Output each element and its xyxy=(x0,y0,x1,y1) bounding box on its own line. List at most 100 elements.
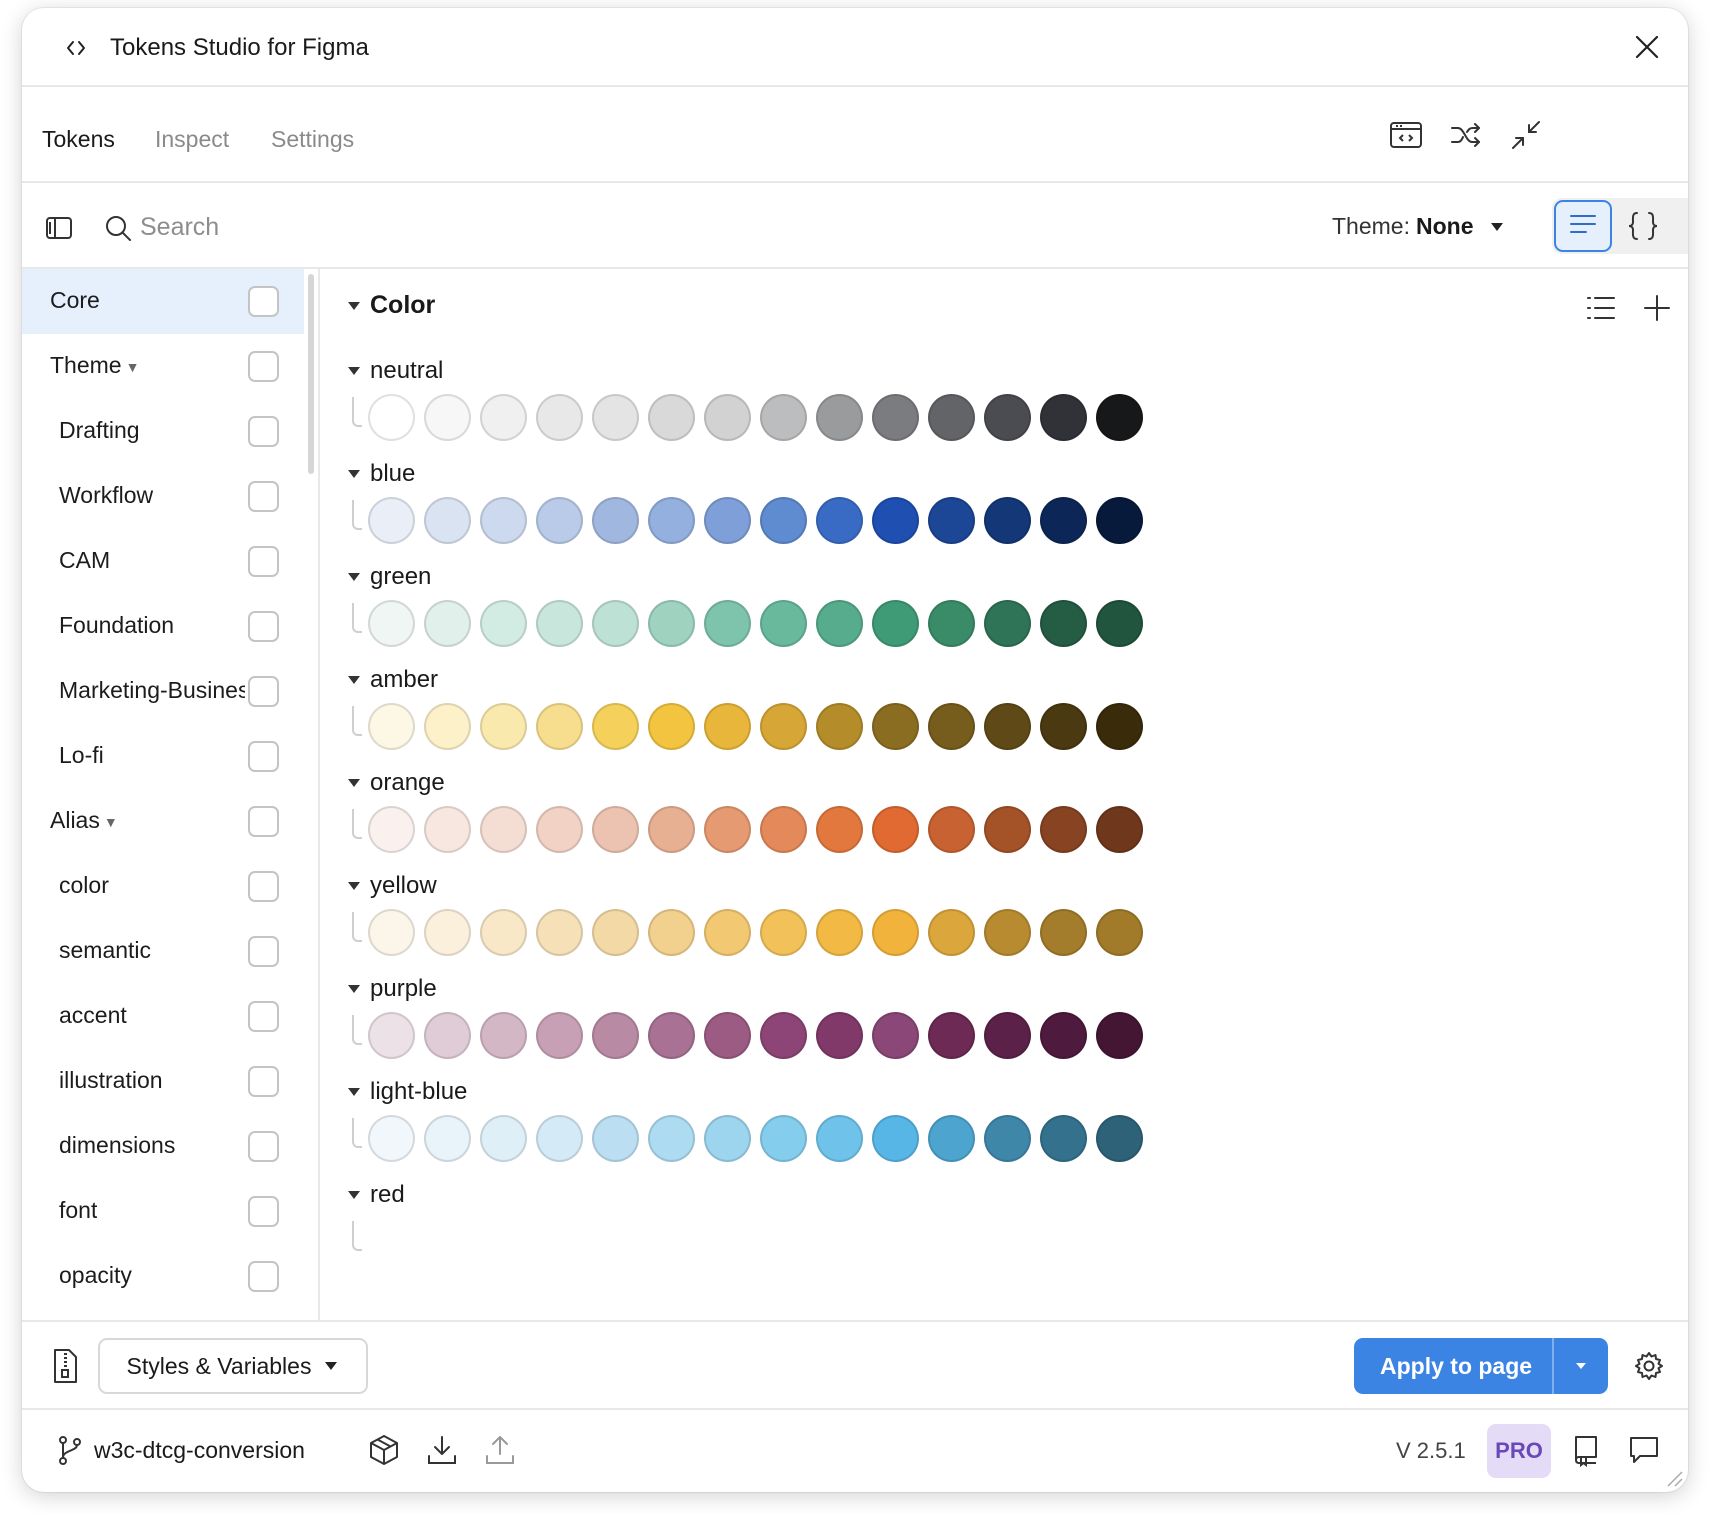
color-swatch[interactable] xyxy=(592,1115,639,1162)
token-set-checkbox[interactable] xyxy=(248,741,279,772)
sidebar-item-lo-fi[interactable]: Lo-fi xyxy=(22,724,304,789)
color-swatch[interactable] xyxy=(760,806,807,853)
color-swatch[interactable] xyxy=(984,1115,1031,1162)
color-swatch[interactable] xyxy=(872,909,919,956)
sidebar-item-drafting[interactable]: Drafting xyxy=(22,399,304,464)
sidebar-item-workflow[interactable]: Workflow xyxy=(22,464,304,529)
token-set-checkbox[interactable] xyxy=(248,1066,279,1097)
token-set-checkbox[interactable] xyxy=(248,1196,279,1227)
color-swatch[interactable] xyxy=(872,703,919,750)
color-swatch[interactable] xyxy=(704,497,751,544)
resize-handle-icon[interactable] xyxy=(1662,1466,1684,1488)
color-swatch[interactable] xyxy=(704,394,751,441)
token-set-checkbox[interactable] xyxy=(248,546,279,577)
token-set-checkbox[interactable] xyxy=(248,351,279,382)
color-swatch[interactable] xyxy=(816,1115,863,1162)
color-swatch[interactable] xyxy=(480,1115,527,1162)
file-zip-icon[interactable] xyxy=(50,1347,80,1385)
push-button[interactable] xyxy=(482,1432,518,1468)
search-input[interactable] xyxy=(140,205,660,249)
sidebar-item-marketing-business[interactable]: Marketing-Business xyxy=(22,659,304,724)
color-swatch[interactable] xyxy=(984,600,1031,647)
color-group-header[interactable]: purple xyxy=(348,975,437,1003)
color-swatch[interactable] xyxy=(480,703,527,750)
feedback-button[interactable] xyxy=(1626,1432,1662,1468)
token-set-checkbox[interactable] xyxy=(248,286,279,317)
color-swatch[interactable] xyxy=(480,394,527,441)
token-set-checkbox[interactable] xyxy=(248,676,279,707)
color-swatch[interactable] xyxy=(1040,909,1087,956)
add-token-button[interactable] xyxy=(1640,291,1674,325)
color-swatch[interactable] xyxy=(1040,1115,1087,1162)
sidebar-scrollbar[interactable] xyxy=(308,274,314,474)
color-swatch[interactable] xyxy=(536,1012,583,1059)
color-swatch[interactable] xyxy=(592,1012,639,1059)
color-swatch[interactable] xyxy=(592,394,639,441)
sidebar-item-alias[interactable]: Alias ▼ xyxy=(22,789,304,854)
tab-tokens[interactable]: Tokens xyxy=(42,126,115,153)
color-swatch[interactable] xyxy=(760,1115,807,1162)
color-swatch[interactable] xyxy=(1040,394,1087,441)
color-swatch[interactable] xyxy=(760,497,807,544)
color-group-header[interactable]: amber xyxy=(348,666,438,694)
color-group-header[interactable]: Color xyxy=(348,291,435,320)
json-view-button[interactable] xyxy=(1614,200,1672,252)
tab-settings[interactable]: Settings xyxy=(271,126,354,153)
color-swatch[interactable] xyxy=(368,394,415,441)
list-view-toggle-button[interactable] xyxy=(1584,291,1618,325)
sidebar-item-font[interactable]: font xyxy=(22,1179,304,1244)
color-swatch[interactable] xyxy=(648,1012,695,1059)
color-swatch[interactable] xyxy=(704,1115,751,1162)
color-group-header[interactable]: neutral xyxy=(348,357,443,385)
color-swatch[interactable] xyxy=(536,1115,583,1162)
color-swatch[interactable] xyxy=(1040,497,1087,544)
color-group-header[interactable]: green xyxy=(348,563,431,591)
sidebar-item-accent[interactable]: accent xyxy=(22,984,304,1049)
color-swatch[interactable] xyxy=(928,394,975,441)
token-set-checkbox[interactable] xyxy=(248,416,279,447)
styles-variables-dropdown[interactable]: Styles & Variables xyxy=(98,1338,368,1394)
token-set-checkbox[interactable] xyxy=(248,481,279,512)
color-swatch[interactable] xyxy=(704,909,751,956)
color-swatch[interactable] xyxy=(704,806,751,853)
color-swatch[interactable] xyxy=(368,1115,415,1162)
color-swatch[interactable] xyxy=(648,600,695,647)
color-swatch[interactable] xyxy=(928,806,975,853)
color-swatch[interactable] xyxy=(816,600,863,647)
color-swatch[interactable] xyxy=(592,600,639,647)
color-swatch[interactable] xyxy=(816,497,863,544)
list-view-button[interactable] xyxy=(1554,200,1612,252)
color-swatch[interactable] xyxy=(368,909,415,956)
pull-button[interactable] xyxy=(424,1432,460,1468)
color-swatch[interactable] xyxy=(1040,703,1087,750)
color-group-header[interactable]: light-blue xyxy=(348,1078,467,1106)
open-in-browser-button[interactable] xyxy=(1386,115,1426,155)
color-swatch[interactable] xyxy=(760,703,807,750)
sidebar-item-illustration[interactable]: illustration xyxy=(22,1049,304,1114)
color-swatch[interactable] xyxy=(1096,806,1143,853)
color-swatch[interactable] xyxy=(928,909,975,956)
color-group-header[interactable]: orange xyxy=(348,769,445,797)
color-swatch[interactable] xyxy=(592,497,639,544)
color-swatch[interactable] xyxy=(424,394,471,441)
color-swatch[interactable] xyxy=(816,1012,863,1059)
sidebar-item-theme[interactable]: Theme ▼ xyxy=(22,334,304,399)
sync-provider-button[interactable] xyxy=(366,1432,402,1468)
color-swatch[interactable] xyxy=(816,806,863,853)
color-swatch[interactable] xyxy=(424,1012,471,1059)
color-group-header[interactable]: blue xyxy=(348,460,415,488)
token-set-checkbox[interactable] xyxy=(248,611,279,642)
token-set-checkbox[interactable] xyxy=(248,1261,279,1292)
color-swatch[interactable] xyxy=(928,1115,975,1162)
token-set-checkbox[interactable] xyxy=(248,1001,279,1032)
branch-selector[interactable]: w3c-dtcg-conversion xyxy=(56,1434,305,1466)
color-swatch[interactable] xyxy=(480,600,527,647)
token-set-checkbox[interactable] xyxy=(248,936,279,967)
color-swatch[interactable] xyxy=(1096,703,1143,750)
color-swatch[interactable] xyxy=(872,1115,919,1162)
sidebar-item-cam[interactable]: CAM xyxy=(22,529,304,594)
settings-button[interactable] xyxy=(1632,1349,1666,1383)
color-swatch[interactable] xyxy=(760,394,807,441)
theme-selector[interactable]: Theme: None xyxy=(1332,213,1505,240)
color-swatch[interactable] xyxy=(1040,600,1087,647)
